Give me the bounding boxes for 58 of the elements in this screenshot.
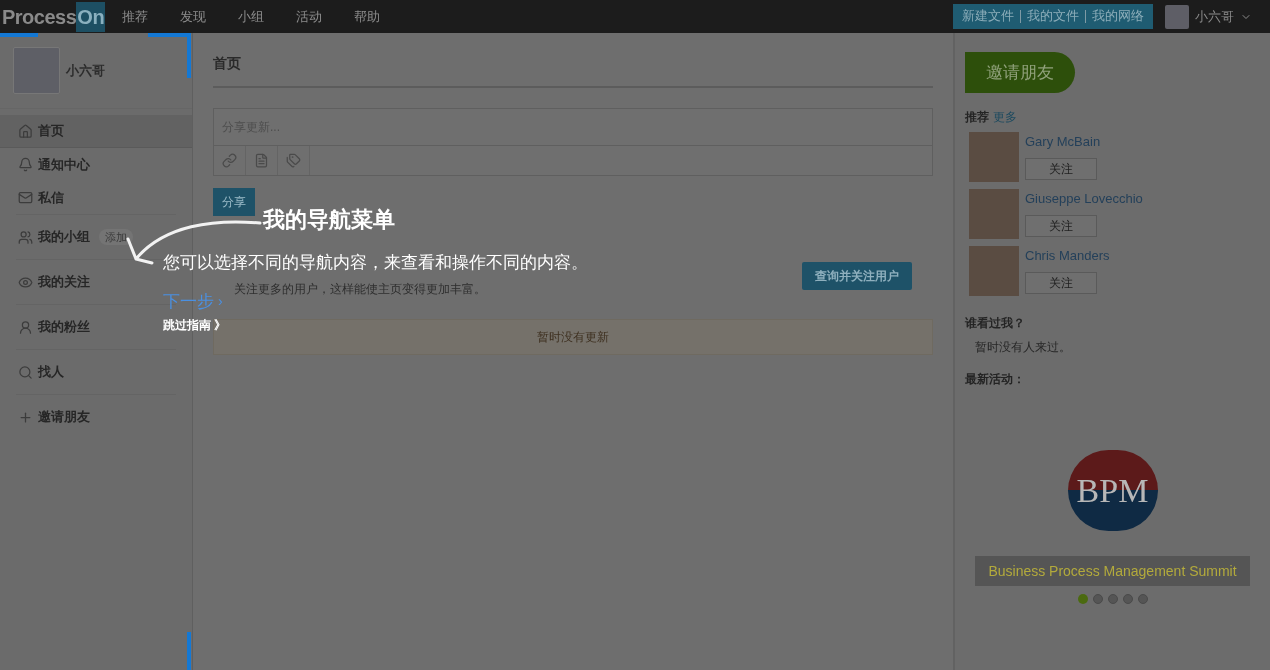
file-action-link[interactable]: 我的文件 [1020, 10, 1079, 23]
person-icon [18, 319, 33, 335]
link-icon [222, 153, 237, 168]
eye-icon [18, 274, 33, 290]
follow-button[interactable]: 关注 [1025, 214, 1097, 237]
document-icon [254, 153, 269, 168]
visitors-text: 暂时没有人来过。 [975, 339, 1072, 356]
section-heading: 谁看过我？ [965, 315, 1026, 332]
person-name-link[interactable]: Giuseppe Lovecchio [1025, 189, 1143, 209]
highlight-corner [0, 33, 38, 37]
photo-placeholder [969, 189, 1019, 239]
photo-placeholder [969, 246, 1019, 296]
next-step-link[interactable]: 下一步 › [163, 289, 223, 315]
guide-description: 您可以选择不同的导航内容，来查看和操作不同的内容。 [163, 252, 588, 274]
plus-icon [18, 409, 33, 425]
bell-icon [18, 157, 33, 172]
photo-placeholder [969, 132, 1019, 182]
user-menu[interactable]: 小六哥 [1165, 4, 1252, 29]
logo[interactable]: ProcessOn [2, 1, 102, 32]
sidebar-item[interactable]: 邀请朋友 [0, 395, 135, 439]
guide-title: 我的导航菜单 [263, 206, 395, 234]
sidebar-item[interactable]: 首页 [0, 115, 192, 148]
avatar-silhouette [13, 47, 60, 94]
avatar-icon [1165, 4, 1189, 29]
highlight-corner [187, 632, 191, 670]
sidebar-item[interactable]: 我的关注 [0, 260, 135, 304]
bpm-logo: BPM [1067, 450, 1158, 531]
nav-link[interactable]: 推荐 [122, 6, 148, 27]
search-icon [18, 364, 33, 380]
follow-button[interactable]: 关注 [1025, 157, 1097, 180]
file-action-link[interactable]: 我的网络 [1085, 10, 1144, 23]
nav-link[interactable]: 发现 [180, 6, 206, 27]
people-icon [18, 229, 33, 245]
section-heading: 推荐 [965, 109, 989, 126]
sidebar-item[interactable]: 通知中心 [0, 148, 192, 181]
sidebar-item[interactable]: 私信 [0, 181, 192, 214]
file-action-link[interactable]: 新建文件 [962, 10, 1014, 23]
tags-icon [286, 153, 301, 168]
more-link[interactable]: 更多 [993, 108, 1017, 126]
share-button[interactable]: 分享 [213, 188, 255, 216]
banner-caption: Business Process Management Summit [975, 556, 1250, 586]
invite-friends-button[interactable]: 邀请朋友 [965, 52, 1075, 93]
highlight-corner [148, 33, 191, 78]
profile-name: 小六哥 [66, 61, 105, 80]
skip-guide-link[interactable]: 跳过指南 》 [163, 316, 227, 334]
sidebar-item[interactable]: 找人 [0, 350, 135, 394]
find-users-button[interactable]: 查询并关注用户 [802, 262, 912, 290]
page-title: 首页 [213, 53, 933, 88]
person-name-link[interactable]: Gary McBain [1025, 132, 1101, 152]
nav-link[interactable]: 小组 [238, 6, 264, 27]
home-icon [18, 123, 33, 139]
follow-button[interactable]: 关注 [1025, 271, 1097, 294]
section-heading: 最新活动： [965, 371, 1026, 388]
nav-link[interactable]: 帮助 [354, 6, 380, 27]
person-name-link[interactable]: Chris Manders [1025, 246, 1110, 266]
envelope-icon [18, 190, 33, 205]
sidebar-item[interactable]: 我的粉丝 [0, 305, 135, 349]
nav-link[interactable]: 活动 [296, 6, 322, 27]
